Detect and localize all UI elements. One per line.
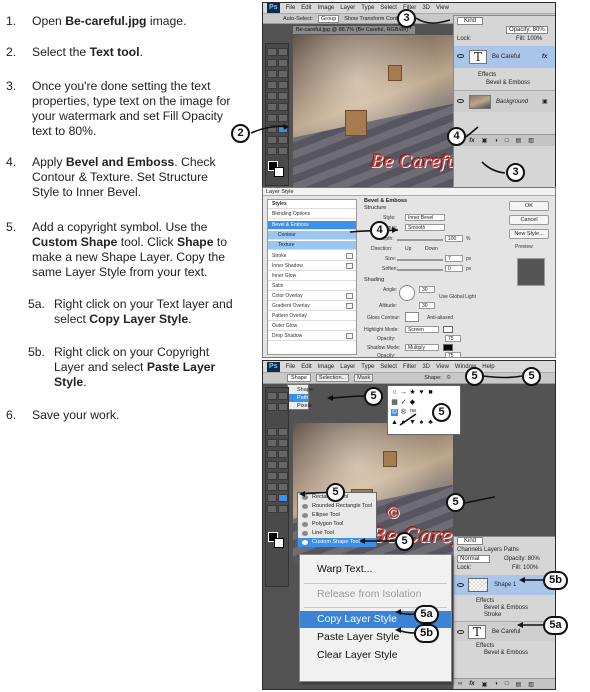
callout-5a-menu: 5a: [414, 605, 439, 624]
arrowhead: [519, 577, 525, 583]
arrow-5-picker: [399, 413, 417, 426]
arrowhead: [395, 627, 401, 633]
callout-5a-layer: 5a: [543, 616, 568, 635]
arrowhead: [283, 124, 289, 130]
callout-5-canvas: 5: [446, 493, 465, 512]
callout-3-top: 3: [397, 9, 416, 28]
callout-4-dialog: 4: [370, 221, 389, 240]
callout-5b-layer: 5b: [543, 571, 568, 590]
callout-5-options: 5: [465, 367, 484, 386]
callout-5b-menu: 5b: [414, 624, 439, 643]
callout-5-picker: 5: [432, 403, 451, 422]
callout-5-flyout: 5: [395, 532, 414, 551]
arrow-3-top: [415, 17, 451, 24]
callout-5-shape: 5: [522, 367, 541, 386]
callout-3-right: 3: [506, 163, 525, 182]
callout-5-tool: 5: [326, 483, 345, 502]
callout-2: 2: [231, 124, 250, 143]
callout-arrows: [250, 17, 545, 634]
arrowhead: [359, 538, 365, 544]
arrowhead: [299, 491, 305, 497]
callout-4-top: 4: [447, 127, 466, 146]
arrow-3-right: [481, 161, 506, 174]
arrow-5-canvas: [464, 496, 496, 504]
arrow-2: [250, 125, 287, 134]
arrowhead: [327, 395, 333, 401]
arrowhead: [517, 622, 523, 628]
arrowhead: [395, 609, 401, 615]
arrowhead: [392, 227, 398, 233]
callout-5-mode: 5: [364, 387, 383, 406]
arrow-4-top: [465, 126, 479, 138]
arrow-5-mode: [329, 395, 366, 399]
arrow-5-shape: [482, 375, 523, 379]
